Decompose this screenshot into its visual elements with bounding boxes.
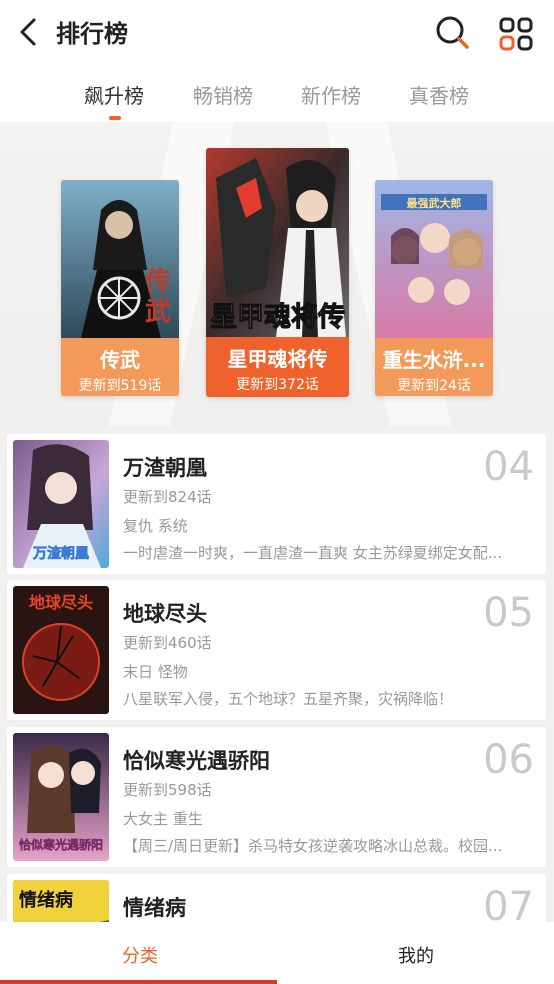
svg-text:恰似寒光遇骄阳: 恰似寒光遇骄阳 bbox=[19, 837, 103, 852]
search-button[interactable] bbox=[434, 14, 470, 50]
tab-popular[interactable]: 真香榜 bbox=[409, 80, 469, 109]
app-root: 排行榜 飙升榜 畅销榜 新作榜 真香榜 传 武 传武 更新到519话 星甲魂将传… bbox=[0, 0, 554, 984]
comic-thumbnail: 地球尽头 bbox=[13, 586, 109, 714]
comic-cover-image: 星甲魂将传 bbox=[206, 148, 349, 338]
comic-title: 恰似寒光遇骄阳 bbox=[123, 749, 270, 773]
top-bar: 排行榜 bbox=[0, 0, 554, 64]
comic-tags: 末日 怪物 bbox=[123, 663, 188, 681]
comic-description: 一时虐渣一时爽，一直虐渣一直爽 女主苏绿夏绑定女配... bbox=[123, 544, 503, 562]
ranking-list-item[interactable]: 恰似寒光遇骄阳 恰似寒光遇骄阳 更新到598话 大女主 重生 【周三/周日更新】… bbox=[7, 727, 546, 867]
podium-caption: 传武 更新到519话 bbox=[61, 338, 179, 396]
active-nav-indicator bbox=[0, 980, 277, 984]
rank-number: 04 bbox=[483, 444, 534, 490]
comic-title: 星甲魂将传 bbox=[227, 347, 328, 371]
comic-title: 万渣朝凰 bbox=[123, 456, 207, 480]
tab-bestselling[interactable]: 畅销榜 bbox=[193, 80, 253, 109]
comic-thumbnail: 万渣朝凰 bbox=[13, 440, 109, 568]
ranking-list-item[interactable]: 万渣朝凰 万渣朝凰 更新到824话 复仇 系统 一时虐渣一时爽，一直虐渣一直爽 … bbox=[7, 434, 546, 574]
comic-update-status: 更新到598话 bbox=[123, 781, 212, 799]
svg-text:武: 武 bbox=[145, 297, 171, 327]
comic-title: 地球尽头 bbox=[123, 602, 207, 626]
comic-cover-image: 最强武大郎 bbox=[375, 180, 493, 338]
nav-mine[interactable]: 我的 bbox=[398, 942, 434, 968]
nav-category[interactable]: 分类 bbox=[122, 942, 158, 968]
comic-description: 八星联军入侵，五个地球？五星齐聚，灾祸降临！ bbox=[123, 690, 454, 708]
svg-text:万渣朝凰: 万渣朝凰 bbox=[32, 545, 89, 562]
comic-cover-image: 万渣朝凰 bbox=[13, 440, 109, 568]
podium-caption: 重生水浒... 更新到24话 bbox=[375, 338, 493, 396]
page-title: 排行榜 bbox=[56, 20, 128, 48]
svg-text:最强武大郎: 最强武大郎 bbox=[407, 196, 462, 210]
top-three-podium: 传 武 2 传武 更新到519话 bbox=[0, 122, 554, 426]
rank-number: 06 bbox=[483, 737, 534, 783]
comic-update-status: 更新到24话 bbox=[397, 378, 471, 394]
comic-update-status: 更新到372话 bbox=[236, 377, 319, 393]
comic-cover-image: 地球尽头 bbox=[13, 586, 109, 714]
search-icon bbox=[436, 16, 469, 49]
rank-number: 05 bbox=[483, 590, 534, 636]
comic-title: 重生水浒... bbox=[382, 348, 486, 372]
comic-title: 情绪病 bbox=[123, 896, 186, 920]
comic-update-status: 更新到460话 bbox=[123, 634, 212, 652]
podium-card-rank-1[interactable]: 星甲魂将传 星甲魂将传 更新到372话 bbox=[206, 148, 349, 397]
tab-rising[interactable]: 飙升榜 bbox=[84, 80, 144, 109]
comic-update-status: 更新到519话 bbox=[78, 378, 162, 394]
back-button[interactable] bbox=[12, 16, 44, 48]
chevron-left-icon bbox=[20, 18, 36, 46]
tab-new[interactable]: 新作榜 bbox=[301, 80, 361, 109]
ranking-list-item[interactable]: 地球尽头 地球尽头 更新到460话 末日 怪物 八星联军入侵，五个地球？五星齐聚… bbox=[7, 580, 546, 720]
comic-tags: 复仇 系统 bbox=[123, 517, 188, 535]
podium-card-rank-2[interactable]: 传 武 2 传武 更新到519话 bbox=[61, 180, 179, 396]
svg-text:情绪病: 情绪病 bbox=[19, 889, 73, 911]
comic-cover-image: 恰似寒光遇骄阳 bbox=[13, 733, 109, 861]
comic-tags: 大女主 重生 bbox=[123, 810, 203, 828]
podium-caption: 星甲魂将传 更新到372话 bbox=[206, 337, 349, 397]
comic-update-status: 更新到824话 bbox=[123, 488, 212, 506]
comic-thumbnail: 恰似寒光遇骄阳 bbox=[13, 733, 109, 861]
active-tab-indicator bbox=[109, 116, 121, 120]
svg-text:星甲魂将传: 星甲魂将传 bbox=[210, 302, 345, 333]
svg-text:传: 传 bbox=[144, 267, 171, 297]
podium-card-rank-3[interactable]: 最强武大郎 3 重生水浒... 更新到24话 bbox=[375, 180, 493, 396]
grid-icon bbox=[499, 17, 533, 51]
svg-text:地球尽头: 地球尽头 bbox=[29, 593, 93, 612]
comic-cover-image: 传 武 bbox=[61, 180, 179, 338]
comic-description: 【周三/周日更新】杀马特女孩逆袭攻略冰山总裁。校园... bbox=[123, 837, 503, 855]
ranking-tabs: 飙升榜 畅销榜 新作榜 真香榜 bbox=[0, 64, 554, 122]
category-grid-button[interactable] bbox=[496, 14, 536, 54]
bottom-navigation: 分类 我的 bbox=[0, 922, 554, 984]
comic-title: 传武 bbox=[100, 348, 140, 372]
